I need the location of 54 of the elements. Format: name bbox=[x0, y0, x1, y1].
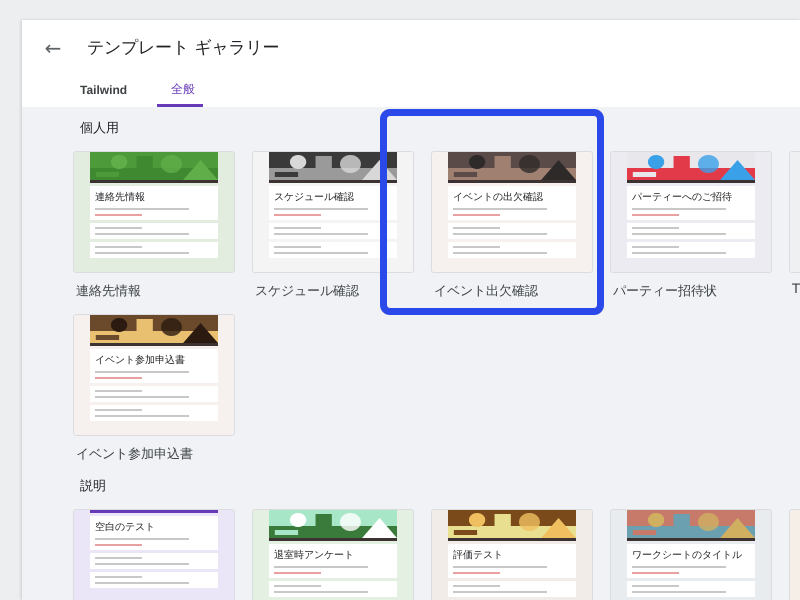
section-title: 個人用 bbox=[80, 120, 120, 137]
text-line bbox=[632, 214, 680, 216]
template-card[interactable]: 退室時アンケート bbox=[252, 509, 414, 600]
template-name: イベント出欠確認 bbox=[434, 283, 539, 300]
template-card[interactable]: イベント参加申込書 bbox=[73, 314, 235, 436]
text-line bbox=[632, 585, 680, 587]
text-line bbox=[95, 409, 142, 411]
text-line bbox=[274, 585, 322, 587]
form-title: 空白のテスト bbox=[95, 520, 156, 534]
form-title: 連絡先情報 bbox=[95, 190, 146, 204]
text-line bbox=[274, 246, 322, 248]
text-line bbox=[453, 585, 500, 587]
template-name: 連絡先情報 bbox=[76, 283, 142, 300]
form-title: イベントの出欠確認 bbox=[453, 190, 544, 204]
form-title: 評価テスト bbox=[453, 548, 504, 562]
text-line bbox=[632, 246, 680, 248]
text-line bbox=[453, 572, 500, 574]
text-line bbox=[95, 227, 142, 229]
text-line bbox=[95, 544, 142, 546]
text-line bbox=[453, 246, 500, 248]
window-title: テンプレート ギャラリー bbox=[87, 37, 280, 59]
template-name: T bbox=[792, 282, 800, 297]
text-line bbox=[95, 246, 142, 248]
text-line bbox=[95, 557, 142, 559]
back-button[interactable]: ← bbox=[42, 36, 64, 60]
template-name: スケジュール確認 bbox=[255, 283, 360, 300]
template-card[interactable]: パーティーへのご招待 bbox=[610, 151, 772, 273]
template-name: イベント参加申込書 bbox=[76, 446, 194, 463]
section-title: 説明 bbox=[80, 478, 107, 495]
text-line bbox=[95, 576, 142, 578]
text-line bbox=[274, 572, 322, 574]
text-line bbox=[95, 390, 142, 392]
text-line bbox=[453, 214, 500, 216]
template-card[interactable]: 連絡先情報 bbox=[73, 151, 235, 273]
form-title: 退室時アンケート bbox=[274, 548, 355, 562]
form-title: ワークシートのタイトル bbox=[632, 549, 743, 562]
text-line bbox=[274, 214, 322, 216]
text-line bbox=[95, 214, 142, 216]
text-line bbox=[274, 227, 322, 229]
template-card[interactable]: 評価テスト bbox=[431, 509, 593, 600]
text-line bbox=[95, 377, 142, 379]
template-card[interactable]: 空白のテスト bbox=[73, 509, 235, 600]
form-title: スケジュール確認 bbox=[274, 190, 355, 204]
template-card[interactable]: イベントの出欠確認 bbox=[431, 151, 593, 273]
text-line bbox=[632, 572, 680, 574]
tab[interactable]: 全般 bbox=[157, 77, 204, 107]
text-line bbox=[453, 227, 500, 229]
form-title: イベント参加申込書 bbox=[95, 354, 186, 367]
tab[interactable]: Tailwind bbox=[66, 77, 136, 107]
form-title: パーティーへのご招待 bbox=[632, 190, 733, 204]
text-line bbox=[632, 227, 680, 229]
template-card[interactable]: ワークシートのタイトル bbox=[610, 509, 772, 600]
template-card[interactable]: スケジュール確認 bbox=[252, 151, 414, 273]
template-name: パーティー招待状 bbox=[613, 283, 718, 300]
